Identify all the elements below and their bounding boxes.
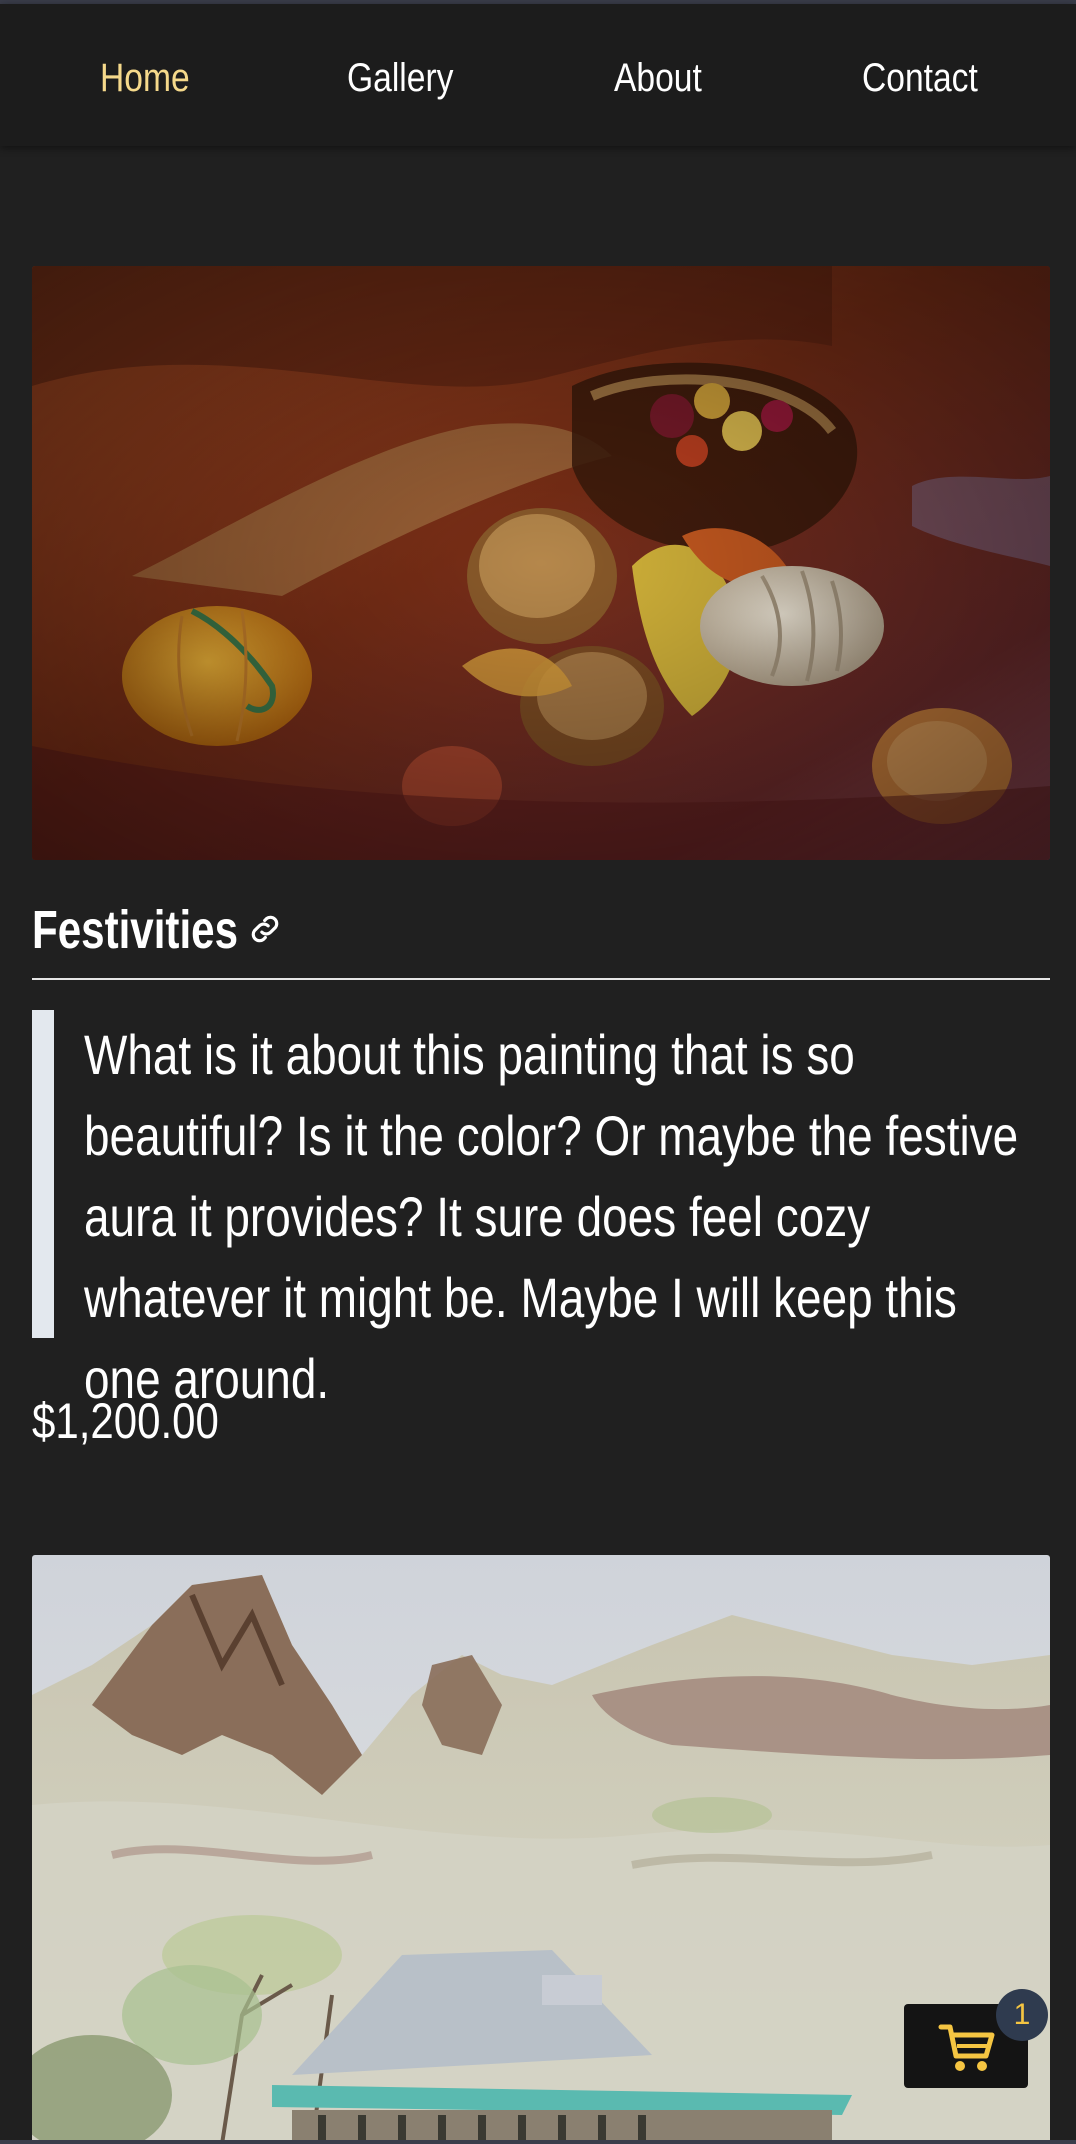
artwork-title: Festivities [32, 900, 239, 960]
nav-link-gallery[interactable]: Gallery [347, 48, 453, 108]
cart-icon [938, 2024, 995, 2071]
artwork-description-quote: What is it about this painting that is s… [32, 1010, 1050, 1410]
landscape-painting [32, 1555, 1050, 2144]
artwork-image-landscape[interactable] [32, 1555, 1050, 2144]
artwork-title-row: Festivities [32, 890, 1050, 980]
festivities-painting [32, 266, 1050, 860]
quote-accent-bar [32, 1010, 54, 1338]
artwork-price: $1,200.00 [32, 1393, 219, 1449]
link-icon[interactable] [246, 910, 284, 948]
nav-link-about[interactable]: About [614, 48, 702, 108]
cart-count-badge: 1 [996, 1989, 1048, 2041]
main-navbar: Home Gallery About Contact [0, 4, 1076, 146]
nav-link-contact[interactable]: Contact [862, 48, 978, 108]
artwork-image-festivities[interactable] [32, 266, 1050, 860]
artwork-description: What is it about this painting that is s… [84, 1023, 1019, 1410]
bottom-accent-bar [0, 2140, 1076, 2144]
nav-link-home[interactable]: Home [100, 48, 190, 108]
